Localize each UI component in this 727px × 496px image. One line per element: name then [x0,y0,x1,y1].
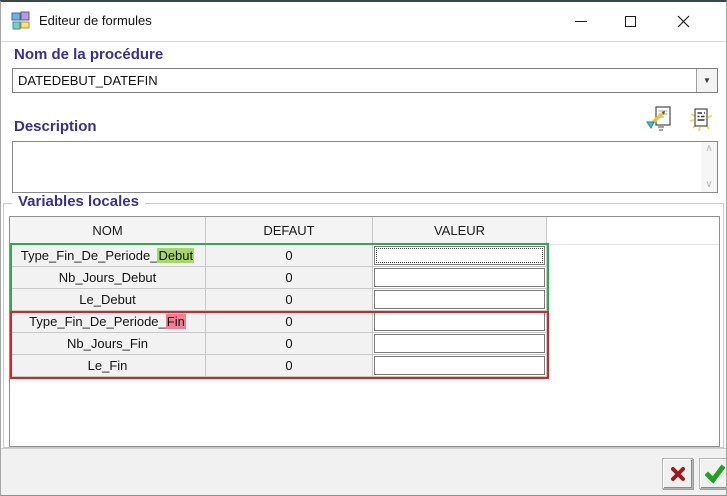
formula-editor-app-icon [11,11,31,31]
variable-name-cell[interactable]: Le_Fin [10,355,206,377]
maximize-button[interactable] [608,2,653,40]
variable-name-cell[interactable]: Nb_Jours_Debut [10,267,206,289]
variable-name-cell[interactable]: Type_Fin_De_Periode_Debut [10,245,206,267]
variable-name-text: Nb_Jours_Fin [67,336,148,351]
value-cell[interactable] [373,267,547,289]
variable-name-cell[interactable]: Nb_Jours_Fin [10,333,206,355]
close-icon [677,15,690,28]
value-input[interactable] [374,312,545,331]
chevron-down-icon[interactable]: ▼ [696,69,717,92]
edit-formula-icon[interactable] [646,105,674,132]
close-button[interactable] [661,2,706,40]
default-value-cell[interactable]: 0 [206,355,373,377]
variable-name-text: Le_Fin [88,358,128,373]
table-row: Le_Debut 0 [10,289,719,311]
description-textarea[interactable]: ∧ ∨ [12,141,718,193]
default-value-cell[interactable]: 0 [206,333,373,355]
table-row: Nb_Jours_Fin 0 [10,333,719,355]
default-value-cell[interactable]: 0 [206,311,373,333]
column-header-valeur[interactable]: VALEUR [373,217,547,245]
new-formula-icon[interactable] [689,107,713,132]
ok-check-icon [705,464,725,484]
variable-name-text: Type_Fin_De_Periode_ [29,314,166,329]
column-header-defaut[interactable]: DEFAUT [206,217,373,245]
table-row: Le_Fin 0 [10,355,719,377]
value-cell[interactable] [373,289,547,311]
variable-name-highlight: Fin [166,314,186,329]
minimize-icon [575,21,587,22]
table-row: Nb_Jours_Debut 0 [10,267,719,289]
value-input[interactable] [374,356,545,375]
default-value-cell[interactable]: 0 [206,289,373,311]
column-header-nom[interactable]: NOM [10,217,206,245]
ok-button[interactable] [699,458,727,489]
procedure-combobox[interactable]: DATEDEBUT_DATEFIN ▼ [12,68,718,93]
minimize-button[interactable] [558,2,603,40]
header-filler [547,217,719,245]
cancel-button[interactable] [662,458,693,489]
description-label: Description [14,118,97,135]
table-row: Type_Fin_De_Periode_Debut 0 [10,245,719,267]
value-input[interactable] [374,268,545,287]
variables-legend: Variables locales [12,193,145,210]
variable-name-text: Type_Fin_De_Periode_ [21,248,158,263]
table-row: Type_Fin_De_Periode_Fin 0 [10,311,719,333]
cancel-x-icon [669,465,687,483]
footer-bar [1,448,726,496]
scroll-up-icon[interactable]: ∧ [705,144,712,154]
value-cell[interactable] [373,333,547,355]
titlebar-divider [1,41,726,42]
procedure-label: Nom de la procédure [14,46,163,63]
variable-name-cell[interactable]: Le_Debut [10,289,206,311]
variable-name-text: Nb_Jours_Debut [59,270,157,285]
variable-name-highlight: Debut [157,248,194,263]
value-input[interactable] [374,334,545,353]
variables-table: NOM DEFAUT VALEUR Type_Fin_De_Periode_De… [9,216,720,447]
default-value-cell[interactable]: 0 [206,245,373,267]
titlebar: Editeur de formules [1,2,726,40]
scroll-down-icon[interactable]: ∨ [705,180,712,190]
scrollbar[interactable]: ∧ ∨ [701,142,717,192]
maximize-icon [625,16,636,27]
variable-name-cell[interactable]: Type_Fin_De_Periode_Fin [10,311,206,333]
default-value-cell[interactable]: 0 [206,267,373,289]
value-input[interactable] [374,290,545,309]
value-cell[interactable] [373,245,547,267]
table-header: NOM DEFAUT VALEUR [10,217,719,245]
value-cell[interactable] [373,311,547,333]
value-cell[interactable] [373,355,547,377]
window-title: Editeur de formules [39,2,152,40]
variable-name-text: Le_Debut [79,292,135,307]
procedure-value: DATEDEBUT_DATEFIN [13,73,696,88]
value-input[interactable] [374,246,545,265]
formula-editor-window: Editeur de formules Nom de la procédure … [0,0,727,496]
